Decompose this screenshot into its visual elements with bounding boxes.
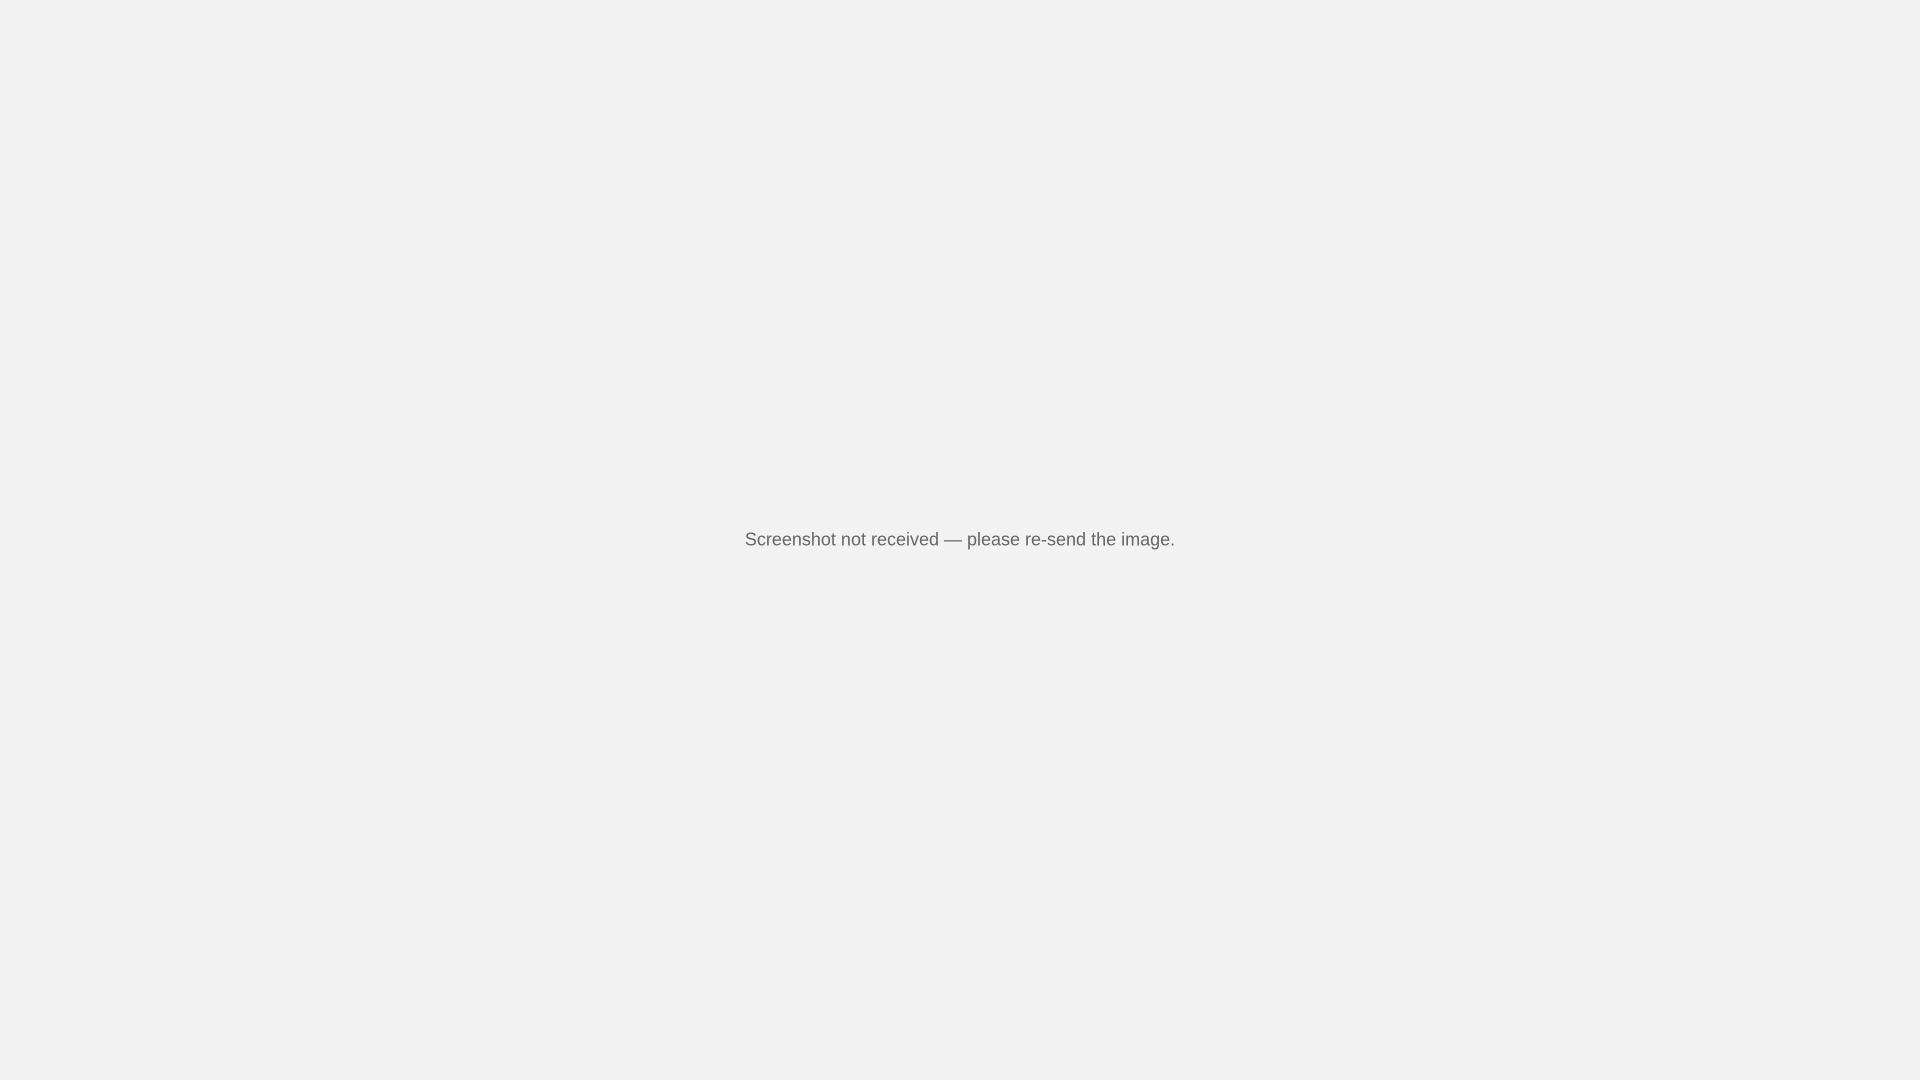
missing-screenshot-notice: Screenshot not received — please re-send… (744, 529, 1176, 550)
